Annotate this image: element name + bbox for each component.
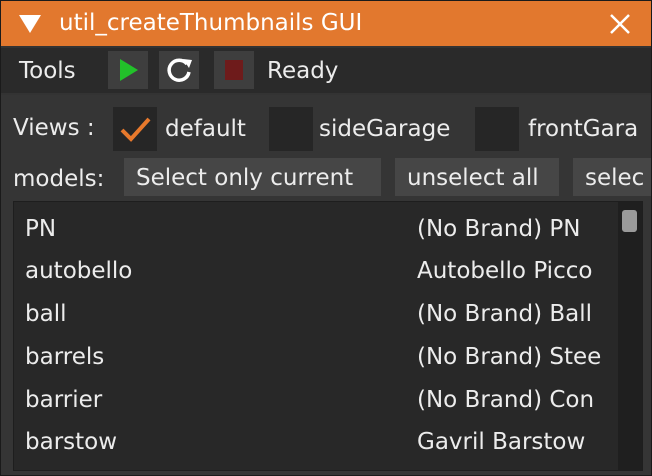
model-name: barstow [25,429,118,455]
select-button[interactable]: selec [573,158,651,196]
model-name: autobello [25,258,133,284]
refresh-button[interactable] [159,51,199,89]
status-text: Ready [267,58,339,84]
play-button[interactable] [108,51,148,89]
checkbox-label-sidegarage[interactable]: sideGarage [319,116,450,142]
stop-icon [225,60,243,80]
model-brand: (No Brand) PN [417,216,581,242]
collapse-triangle-icon[interactable] [19,15,41,33]
views-label: Views : [13,115,95,141]
unselect-all-button[interactable]: unselect all [395,158,559,196]
stop-button[interactable] [214,51,254,89]
models-label: models: [13,166,105,192]
thumbnails-window: util_createThumbnails GUI Tools Ready Vi… [0,0,652,476]
tools-menu[interactable]: Tools [19,58,76,84]
title-bar[interactable]: util_createThumbnails GUI [1,1,651,46]
model-name: ball [25,301,67,327]
list-item[interactable]: PN (No Brand) PN [14,208,614,250]
list-scrollbar[interactable] [618,202,642,470]
checkbox-label-frontgarage[interactable]: frontGara [528,116,638,142]
checkbox-sidegarage[interactable] [269,107,313,151]
checkbox-default[interactable] [113,107,157,151]
model-name: barrels [25,344,105,370]
close-icon[interactable] [605,9,635,39]
model-brand: Autobello Picco [417,258,593,284]
model-brand: (No Brand) Ball [417,301,593,327]
model-brand: (No Brand) Stee [417,344,602,370]
refresh-icon [167,58,192,82]
scrollbar-thumb[interactable] [622,210,637,232]
model-name: barrier [25,387,103,413]
checkbox-label-default[interactable]: default [165,116,246,142]
list-item[interactable]: barrels (No Brand) Stee [14,336,614,378]
tools-bar: Tools Ready [1,48,651,93]
checkmark-icon [120,117,151,142]
play-icon [120,59,138,81]
model-brand: Gavril Barstow [417,429,586,455]
content-panel: Views : default sideGarage frontGara mod… [1,95,651,475]
model-list[interactable]: PN (No Brand) PN autobello Autobello Pic… [13,201,643,471]
window-title: util_createThumbnails GUI [59,10,363,36]
select-only-current-button[interactable]: Select only current [124,158,381,196]
model-brand: (No Brand) Con [417,387,595,413]
model-name: PN [25,216,57,242]
list-item[interactable]: barrier (No Brand) Con [14,379,614,421]
list-item[interactable]: ball (No Brand) Ball [14,293,614,335]
list-item[interactable]: autobello Autobello Picco [14,250,614,292]
list-item[interactable]: barstow Gavril Barstow [14,421,614,463]
checkbox-frontgarage[interactable] [475,107,519,151]
